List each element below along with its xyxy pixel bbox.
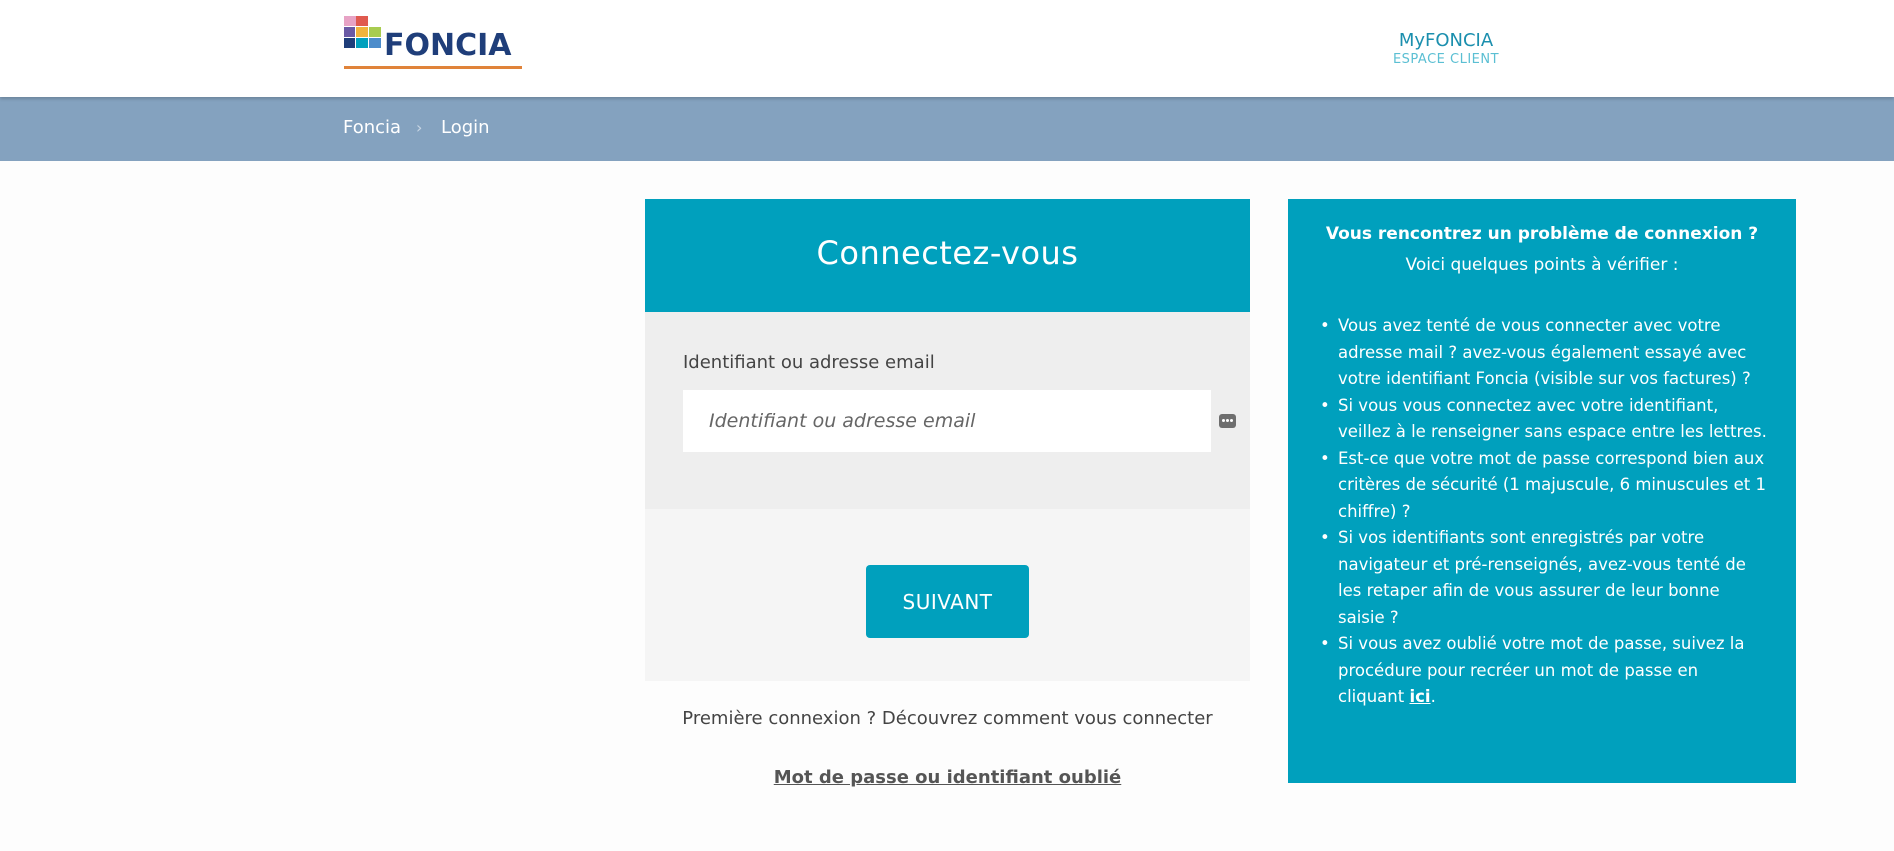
login-actions: SUIVANT [645, 509, 1250, 681]
first-login-link[interactable]: Première connexion ? Découvrez comment v… [645, 708, 1250, 729]
help-item-text: Si vous avez oublié votre mot de passe, … [1338, 634, 1745, 706]
breadcrumb-item-login: Login [441, 117, 490, 138]
help-panel: Vous rencontrez un problème de connexion… [1288, 199, 1796, 783]
foncia-logo-icon [344, 16, 382, 60]
identifier-label: Identifiant ou adresse email [683, 352, 935, 373]
login-header: Connectez-vous [645, 199, 1250, 312]
login-form: Identifiant ou adresse email [645, 312, 1250, 509]
help-item: Si vous vous connectez avec votre identi… [1320, 393, 1768, 446]
foncia-logo[interactable]: FONCIA [344, 16, 522, 70]
forgot-credentials-link[interactable]: Mot de passe ou identifiant oublié [645, 767, 1250, 788]
breadcrumb [0, 97, 1894, 161]
breadcrumb-separator-icon: › [416, 118, 423, 137]
identifier-input[interactable] [683, 390, 1211, 452]
next-button[interactable]: SUIVANT [866, 565, 1029, 638]
help-item: Est-ce que votre mot de passe correspond… [1320, 446, 1768, 526]
help-item: Si vos identifiants sont enregistrés par… [1320, 525, 1768, 631]
identifier-field-wrapper [683, 390, 1236, 452]
help-subtitle: Voici quelques points à vérifier : [1405, 255, 1679, 275]
help-list: Vous avez tenté de vous connecter avec v… [1320, 313, 1768, 711]
logo-underline [344, 66, 522, 69]
logo-wordmark: FONCIA [384, 28, 512, 63]
login-title: Connectez-vous [816, 234, 1079, 272]
help-item: Vous avez tenté de vous connecter avec v… [1320, 313, 1768, 393]
help-item-end: . [1430, 687, 1436, 706]
reset-password-link[interactable]: ici [1409, 687, 1430, 706]
myfoncia-title: MyFONCIA [1398, 30, 1494, 51]
password-dots-icon[interactable] [1219, 414, 1236, 428]
site-header: FONCIA MyFONCIA ESPACE CLIENT [0, 0, 1894, 97]
myfoncia-subtitle: ESPACE CLIENT [1392, 52, 1500, 67]
help-title: Vous rencontrez un problème de connexion… [1325, 224, 1759, 244]
myfoncia-link[interactable]: MyFONCIA ESPACE CLIENT [1370, 30, 1522, 68]
help-item: Si vous avez oublié votre mot de passe, … [1320, 631, 1768, 711]
breadcrumb-item-foncia[interactable]: Foncia [343, 116, 401, 140]
